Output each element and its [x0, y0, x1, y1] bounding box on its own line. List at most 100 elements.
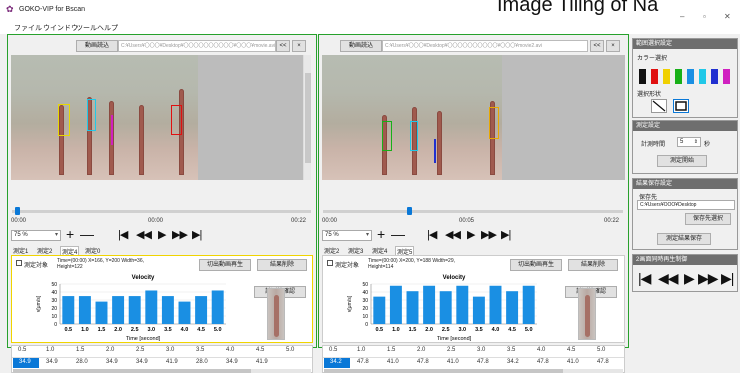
sync-fast-forward-icon[interactable]: ▶▶: [698, 271, 719, 285]
back-button[interactable]: <<: [590, 40, 604, 52]
start-measure-button[interactable]: 測定開始: [657, 155, 707, 167]
sync-skip-start-icon[interactable]: |◀: [638, 271, 651, 285]
roi-box-red[interactable]: [171, 105, 182, 135]
fast-forward-icon[interactable]: ▶▶: [172, 229, 188, 241]
video-frame[interactable]: [11, 55, 303, 180]
roi-box-green[interactable]: [382, 121, 392, 151]
tab-measure[interactable]: 測定2: [36, 246, 53, 255]
zoom-select[interactable]: 75 % ▾: [11, 230, 61, 241]
maximize-button[interactable]: ▫: [703, 12, 706, 21]
tab-measure[interactable]: 測定0: [84, 246, 101, 255]
color-swatch-black[interactable]: [639, 69, 646, 84]
sync-skip-end-icon[interactable]: ▶|: [721, 271, 734, 285]
zoom-select[interactable]: 75 % ▾: [322, 230, 372, 241]
zoom-out-button[interactable]: —: [391, 227, 405, 241]
sync-play-icon[interactable]: ▶: [684, 271, 695, 285]
close-window-button[interactable]: ✕: [724, 12, 731, 21]
y-tick-label: 0: [54, 322, 57, 328]
selected-cell[interactable]: 34.2: [324, 358, 350, 368]
menu-window[interactable]: ウインドウ: [43, 23, 78, 33]
rewind-icon[interactable]: ◀◀: [136, 229, 152, 241]
group-header: 範囲選択設定: [633, 39, 737, 49]
y-axis-label: v[μm/s]: [347, 295, 353, 312]
tab-measure[interactable]: 測定4: [371, 246, 388, 255]
back-button[interactable]: <<: [276, 40, 290, 52]
play-icon[interactable]: ▶: [158, 229, 167, 241]
minimize-button[interactable]: –: [680, 12, 684, 21]
video-frame[interactable]: [322, 55, 625, 180]
seek-knob[interactable]: [15, 207, 20, 215]
velocity-bar: [128, 296, 141, 324]
seek-bar[interactable]: [12, 207, 311, 215]
load-video-button[interactable]: 動画読込: [340, 40, 382, 52]
seek-knob[interactable]: [407, 207, 412, 215]
measure-time-unit: 秒: [704, 142, 711, 148]
zoom-out-button[interactable]: —: [80, 227, 94, 241]
menu-help[interactable]: ヘルプ: [97, 23, 118, 33]
sync-rewind-icon[interactable]: ◀◀: [658, 271, 679, 285]
delete-result-button[interactable]: 結果削除: [568, 259, 618, 271]
skip-start-icon[interactable]: |◀: [118, 229, 128, 241]
color-swatch-cyan[interactable]: [699, 69, 706, 84]
measurement-panel: 測定対象 Time=(00:00) X=200, Y=188 Width=29,…: [322, 255, 625, 343]
tab-measure[interactable]: 測定3: [347, 246, 364, 255]
color-swatch-blue[interactable]: [687, 69, 694, 84]
x-tick-label: 1.0: [392, 327, 400, 333]
rewind-icon[interactable]: ◀◀: [445, 229, 461, 241]
group-header: 測定設定: [633, 121, 737, 131]
color-swatch-navy[interactable]: [711, 69, 718, 84]
color-swatch-yellow[interactable]: [663, 69, 670, 84]
close-video-button[interactable]: ×: [292, 40, 306, 52]
zoom-in-button[interactable]: +: [377, 227, 385, 241]
velocity-bar: [161, 296, 174, 324]
rect-shape-button[interactable]: [673, 99, 689, 113]
clip-play-button[interactable]: 切出動画再生: [510, 259, 562, 271]
color-swatch-green[interactable]: [675, 69, 682, 84]
play-icon[interactable]: ▶: [467, 229, 476, 241]
video-path-field[interactable]: C:¥Users¥〇〇〇¥Desktop¥〇〇〇〇〇〇〇〇〇〇¥〇〇〇¥movi…: [118, 40, 276, 52]
measure-target-checkbox[interactable]: [16, 260, 22, 266]
velocity-chart: Velocity Time [second] v[μm/s] 0 10 20 30 40 50 0…: [327, 272, 557, 342]
color-swatch-red[interactable]: [651, 69, 658, 84]
measure-line-magenta[interactable]: [111, 115, 113, 145]
save-dir-field[interactable]: C:¥Users¥OOO¥Desktop: [637, 200, 735, 210]
measure-line-blue[interactable]: [434, 139, 436, 163]
measure-time-stepper[interactable]: 5 ⇕: [677, 137, 701, 147]
save-result-button[interactable]: 測定結果保存: [657, 233, 711, 245]
measure-target-label: 測定対象: [24, 263, 49, 269]
table-value-cell: 34.2: [507, 359, 519, 365]
roi-box-cyan[interactable]: [410, 121, 418, 151]
choose-dir-button[interactable]: 保存先選択: [685, 213, 731, 225]
roi-box-cyan[interactable]: [87, 99, 96, 131]
video-scrollbar[interactable]: [303, 55, 311, 180]
table-scrollbar[interactable]: [13, 369, 311, 373]
table-value-cell: 47.8: [357, 359, 369, 365]
skip-end-icon[interactable]: ▶|: [192, 229, 202, 241]
roi-box-yellow[interactable]: [58, 104, 70, 136]
menu-file[interactable]: ファイル: [14, 23, 42, 33]
load-video-button[interactable]: 動画読込: [76, 40, 118, 52]
tab-measure[interactable]: 測定1: [12, 246, 29, 255]
close-video-button[interactable]: ×: [606, 40, 620, 52]
fast-forward-icon[interactable]: ▶▶: [481, 229, 497, 241]
measure-target-checkbox[interactable]: [327, 260, 333, 266]
selected-cell[interactable]: 34.9: [13, 358, 39, 368]
roi-box-orange[interactable]: [489, 107, 499, 139]
capillary-image: [322, 55, 502, 180]
x-tick-label: 2.5: [442, 327, 450, 333]
skip-end-icon[interactable]: ▶|: [501, 229, 511, 241]
measurement-panel: 測定対象 Time=(00:00) X=166, Y=200 Width=36,…: [11, 255, 313, 343]
table-value-cell: 41.9: [256, 359, 268, 365]
table-scrollbar[interactable]: [324, 369, 623, 373]
menu-tools[interactable]: ツール: [76, 23, 97, 33]
tab-measure[interactable]: 測定2: [323, 246, 340, 255]
skip-start-icon[interactable]: |◀: [427, 229, 437, 241]
video-path-field[interactable]: C:¥Users¥〇〇〇¥Desktop¥〇〇〇〇〇〇〇〇〇〇¥〇〇〇¥movi…: [382, 40, 588, 52]
table-value-cell: 28.0: [76, 359, 88, 365]
clip-play-button[interactable]: 切出動画再生: [199, 259, 251, 271]
zoom-in-button[interactable]: +: [66, 227, 74, 241]
line-shape-button[interactable]: [651, 99, 667, 113]
color-swatch-magenta[interactable]: [723, 69, 730, 84]
delete-result-button[interactable]: 結果削除: [257, 259, 307, 271]
seek-bar[interactable]: [323, 207, 623, 215]
